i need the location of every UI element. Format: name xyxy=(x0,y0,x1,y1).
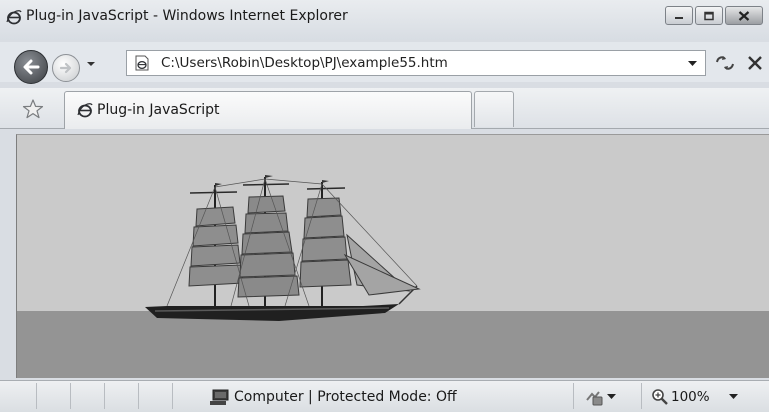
window-controls xyxy=(663,6,763,26)
back-button[interactable] xyxy=(14,50,48,84)
status-divider xyxy=(138,383,139,409)
back-arrow-icon xyxy=(23,59,40,75)
security-zone[interactable]: Computer | Protected Mode: Off xyxy=(234,389,457,405)
minimize-button[interactable] xyxy=(665,6,693,25)
page-content xyxy=(16,134,769,378)
minimize-icon xyxy=(675,16,683,19)
status-divider xyxy=(641,383,642,409)
stop-icon xyxy=(748,56,762,70)
refresh-icon xyxy=(716,56,734,70)
refresh-button[interactable] xyxy=(712,50,738,76)
window-title: Plug-in JavaScript - Windows Internet Ex… xyxy=(26,8,348,24)
favorites-button[interactable] xyxy=(22,99,44,119)
zoom-level[interactable]: 100% xyxy=(671,389,710,405)
ie-icon xyxy=(77,103,93,118)
page-icon xyxy=(135,55,149,71)
chevron-down-icon[interactable] xyxy=(607,394,616,400)
chevron-down-icon[interactable] xyxy=(688,61,697,67)
maximize-button[interactable] xyxy=(695,6,723,25)
computer-icon xyxy=(210,389,229,405)
maximize-icon xyxy=(704,11,714,20)
status-divider xyxy=(573,383,574,409)
ship-image xyxy=(145,175,421,321)
new-tab-button[interactable] xyxy=(474,91,514,127)
browser-window: Plug-in JavaScript - Windows Internet Ex… xyxy=(0,0,769,412)
close-icon xyxy=(738,10,750,21)
forward-button[interactable] xyxy=(52,54,80,82)
close-button[interactable] xyxy=(725,6,763,25)
manage-addons-icon[interactable] xyxy=(584,388,604,406)
status-divider xyxy=(172,383,173,409)
status-divider xyxy=(36,383,37,409)
tab-label: Plug-in JavaScript xyxy=(97,102,220,118)
address-input[interactable]: C:\Users\Robin\Desktop\PJ\example55.htm xyxy=(161,55,448,71)
chevron-down-icon[interactable] xyxy=(729,394,738,400)
status-divider xyxy=(70,383,71,409)
stop-button[interactable] xyxy=(742,50,768,76)
status-divider xyxy=(104,383,105,409)
ie-icon xyxy=(6,10,22,25)
magnifier-icon[interactable] xyxy=(651,388,669,406)
title-bar: Plug-in JavaScript - Windows Internet Ex… xyxy=(0,0,769,40)
recent-pages-button[interactable] xyxy=(86,61,96,67)
forward-arrow-icon xyxy=(59,62,72,74)
tab-plug-in-javascript[interactable]: Plug-in JavaScript xyxy=(64,91,472,129)
address-bar[interactable]: C:\Users\Robin\Desktop\PJ\example55.htm xyxy=(126,50,706,76)
